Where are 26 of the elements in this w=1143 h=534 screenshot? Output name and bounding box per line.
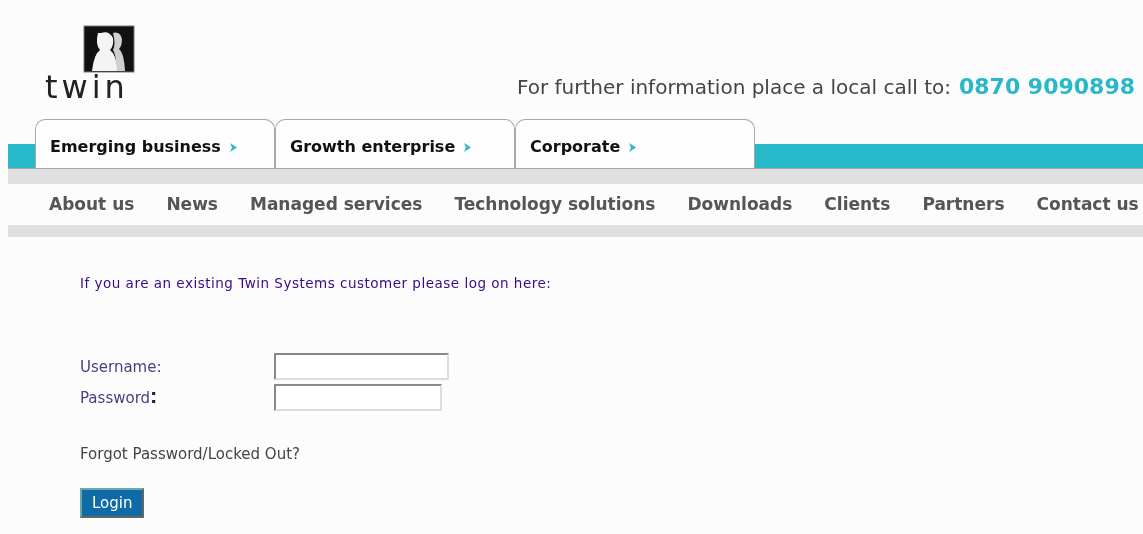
contact-text: For further information place a local call to: <box>516 74 951 101</box>
logo-icon <box>83 25 135 73</box>
forgot-password-text: Forgot Password/Locked Out? <box>80 444 301 466</box>
password-field[interactable] <box>274 384 442 412</box>
nav-link[interactable]: Contact us <box>1036 191 1139 218</box>
nav-link[interactable]: Partners <box>922 191 1005 218</box>
nav-link[interactable]: Clients <box>824 191 891 218</box>
nav-link[interactable]: Technology solutions <box>454 191 656 218</box>
section-tab[interactable]: Growth enterprise <box>275 119 515 168</box>
colon: : <box>150 387 158 403</box>
username-label: Username: <box>80 356 163 378</box>
section-tab[interactable]: Emerging business <box>35 119 275 168</box>
section-tab[interactable]: Corporate <box>515 119 755 168</box>
chevron-icon <box>228 141 238 153</box>
logo-text: twin <box>45 71 129 103</box>
nav-link[interactable]: About us <box>49 191 135 218</box>
nav-link[interactable]: Managed services <box>249 191 423 218</box>
password-label: Password <box>80 387 151 409</box>
nav-link[interactable]: News <box>166 191 218 218</box>
phone-number: 0870 9090898 <box>958 73 1135 101</box>
login-button[interactable]: Login <box>80 487 145 518</box>
intro-text: If you are an existing Twin Systems customer please log on here: <box>80 274 553 293</box>
chevron-icon <box>628 141 638 153</box>
username-field[interactable] <box>274 353 449 381</box>
nav-link[interactable]: Downloads <box>687 191 793 218</box>
chevron-icon <box>463 141 473 153</box>
